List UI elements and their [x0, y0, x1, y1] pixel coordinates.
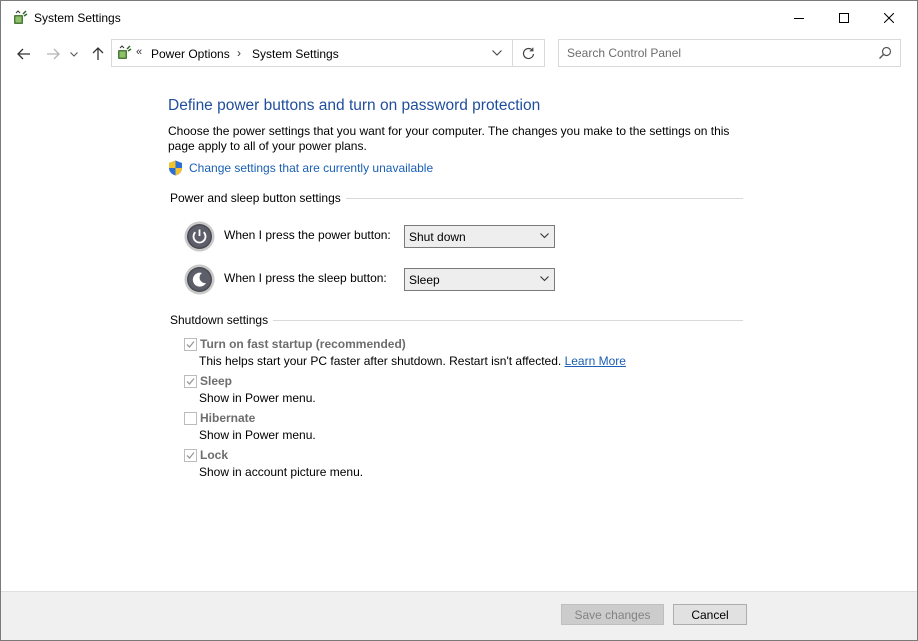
- page-title: Define power buttons and turn on passwor…: [168, 97, 541, 114]
- lock-checkbox[interactable]: [184, 449, 197, 462]
- arrow-up-icon: [92, 47, 104, 60]
- sleep-button-icon: [184, 264, 215, 294]
- fast-startup-checkbox[interactable]: [184, 338, 197, 351]
- page-description: Choose the power settings that you want …: [168, 124, 730, 153]
- sleep-description: Show in Power menu.: [199, 391, 316, 405]
- hibernate-checkbox[interactable]: [184, 412, 197, 425]
- section-divider: [345, 198, 743, 199]
- search-input[interactable]: [560, 41, 860, 65]
- main-content: Define power buttons and turn on passwor…: [1, 73, 917, 591]
- section-heading: Shutdown settings: [170, 313, 269, 327]
- power-options-icon: [118, 45, 132, 59]
- hibernate-description: Show in Power menu.: [199, 428, 316, 442]
- close-icon: [884, 13, 894, 23]
- footer-bar: Save changes Cancel: [1, 591, 917, 640]
- system-settings-window: System Settings « Power Options › System…: [0, 0, 918, 641]
- arrow-right-icon: [47, 48, 60, 60]
- hibernate-label: Hibernate: [200, 411, 256, 425]
- breadcrumb-overflow[interactable]: «: [136, 46, 142, 58]
- chevron-down-icon: [70, 51, 78, 57]
- section-divider: [273, 320, 743, 321]
- power-button-row: When I press the power button: Shut down: [184, 220, 564, 252]
- address-divider: [512, 40, 513, 66]
- fast-startup-label: Turn on fast startup (recommended): [200, 337, 406, 351]
- change-settings-link-row[interactable]: Change settings that are currently unava…: [168, 160, 433, 176]
- power-button-value: Shut down: [409, 230, 466, 244]
- power-button-select[interactable]: Shut down: [404, 225, 555, 248]
- power-button-label: When I press the power button:: [224, 228, 391, 242]
- maximize-button[interactable]: [821, 1, 867, 35]
- save-changes-button[interactable]: Save changes: [561, 604, 664, 625]
- lock-description: Show in account picture menu.: [199, 465, 364, 479]
- fast-startup-description-text: This helps start your PC faster after sh…: [199, 354, 562, 368]
- address-bar[interactable]: « Power Options › System Settings: [111, 39, 545, 67]
- minimize-icon: [794, 18, 804, 19]
- window-title: System Settings: [34, 11, 121, 25]
- learn-more-link[interactable]: Learn More: [565, 354, 626, 368]
- breadcrumb-power-options[interactable]: Power Options: [151, 47, 230, 61]
- power-button-icon: [184, 221, 215, 251]
- sleep-button-row: When I press the sleep button: Sleep: [184, 263, 564, 295]
- checkmark-icon: [186, 341, 195, 348]
- chevron-down-icon: [492, 50, 502, 56]
- recent-locations-button[interactable]: [68, 45, 80, 63]
- up-button[interactable]: [89, 45, 107, 63]
- refresh-icon: [522, 47, 534, 59]
- title-bar[interactable]: System Settings: [1, 1, 917, 35]
- search-icon[interactable]: [878, 46, 892, 60]
- checkmark-icon: [186, 452, 195, 459]
- sleep-checkbox[interactable]: [184, 375, 197, 388]
- sleep-label: Sleep: [200, 374, 233, 388]
- address-dropdown-button[interactable]: [488, 45, 506, 61]
- breadcrumb-system-settings[interactable]: System Settings: [252, 47, 339, 61]
- cancel-button[interactable]: Cancel: [673, 604, 747, 625]
- uac-shield-icon: [169, 160, 182, 176]
- maximize-icon: [839, 13, 849, 23]
- sleep-button-select[interactable]: Sleep: [404, 268, 555, 291]
- forward-button[interactable]: [44, 45, 62, 63]
- sleep-button-label: When I press the sleep button:: [224, 271, 387, 285]
- chevron-down-icon: [540, 276, 549, 282]
- minimize-button[interactable]: [776, 1, 822, 35]
- sleep-button-value: Sleep: [409, 273, 440, 287]
- arrow-left-icon: [17, 48, 30, 60]
- chevron-down-icon: [540, 233, 549, 239]
- section-heading: Power and sleep button settings: [170, 191, 341, 205]
- shutdown-section-header: Shutdown settings: [170, 313, 743, 327]
- checkmark-icon: [186, 378, 195, 385]
- lock-label: Lock: [200, 448, 229, 462]
- power-options-icon: [14, 10, 28, 24]
- fast-startup-description: This helps start your PC faster after sh…: [199, 354, 626, 368]
- change-settings-link[interactable]: Change settings that are currently unava…: [189, 161, 433, 175]
- refresh-button[interactable]: [520, 45, 536, 61]
- power-sleep-section-header: Power and sleep button settings: [170, 191, 743, 205]
- search-box[interactable]: [558, 39, 901, 67]
- close-button[interactable]: [866, 1, 912, 35]
- navigation-bar: « Power Options › System Settings: [1, 37, 917, 71]
- back-button[interactable]: [15, 45, 33, 63]
- breadcrumb-separator[interactable]: ›: [237, 46, 241, 60]
